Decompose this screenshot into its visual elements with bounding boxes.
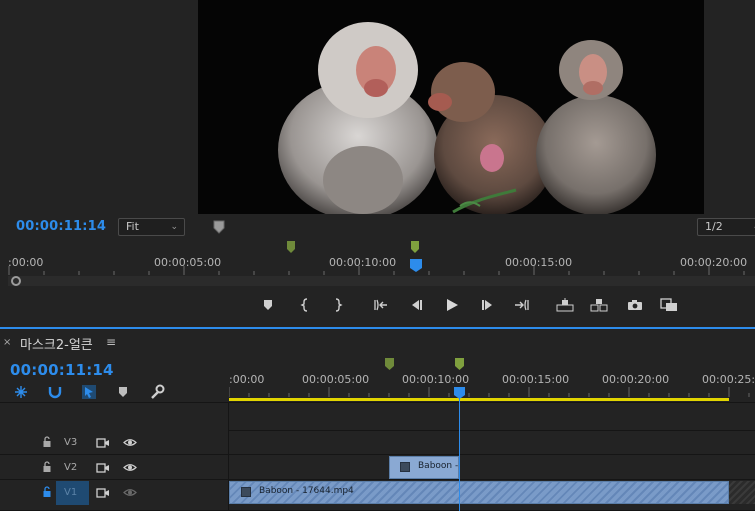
track-lane-v2[interactable] [229, 456, 755, 480]
resolution-dropdown[interactable]: 1/2 ⌄ [697, 218, 755, 236]
step-back-button[interactable] [406, 296, 426, 314]
ruler-ticks [229, 387, 750, 397]
ruler-label: 00:00:10:00 [402, 373, 470, 386]
timeline-panel: × 마스크2-얼큰 ≡ 00:00:11:14:00:00 00:00:05:… [0, 329, 755, 511]
step-forward-icon [482, 300, 492, 310]
track-header-v2[interactable]: V2 [0, 456, 228, 480]
go-to-in-icon [374, 299, 387, 311]
panel-menu-icon[interactable]: ≡ [106, 335, 116, 349]
play-button[interactable] [442, 296, 462, 314]
monitor-playhead[interactable] [410, 259, 422, 273]
timeline-timecode[interactable]: 00:00:11:14 [10, 361, 114, 379]
go-to-out-icon [515, 299, 529, 311]
ruler-label: 00:00:05:00 [302, 373, 370, 386]
marker-icon[interactable] [385, 358, 394, 371]
export-frame-button[interactable] [625, 296, 645, 314]
ruler-label: 00:00:25:00 [702, 373, 755, 386]
compare-icon [660, 298, 677, 311]
track-area-empty [229, 403, 755, 431]
comparison-view-button[interactable] [659, 296, 679, 314]
baboons-frame [198, 0, 704, 214]
snap-button[interactable] [46, 383, 64, 401]
nest-icon [15, 386, 27, 398]
ruler-label: 00:00:20:00 [602, 373, 670, 386]
play-icon [447, 299, 458, 311]
toggle-sync-lock-icon[interactable] [96, 462, 110, 473]
linked-selection-icon [82, 385, 96, 399]
go-to-in-button[interactable] [371, 296, 391, 314]
clip-label: Baboon - [418, 461, 459, 471]
transport-controls [258, 296, 688, 314]
marker-icon[interactable] [411, 241, 419, 254]
step-back-icon [412, 300, 422, 310]
ruler-label: 00:00:15:00 [502, 373, 570, 386]
ruler-ticks [8, 266, 745, 275]
nest-toggle-button[interactable] [12, 383, 30, 401]
sequence-end-hatch [729, 481, 755, 504]
program-monitor: 00:00:11:14 Fit ⌄ 1/2 ⌄ :00:00 00:00:05:… [0, 0, 755, 327]
mark-out-icon [335, 298, 343, 312]
clip-label: Baboon - 17644.mp4 [259, 486, 354, 496]
sequence-tab-title[interactable]: 마스크2-얼큰 [20, 334, 93, 353]
marker-icon[interactable] [455, 358, 464, 371]
timeline-tools [12, 383, 172, 401]
timeline-playhead[interactable] [454, 387, 465, 399]
timeline-settings-button[interactable] [148, 383, 166, 401]
extract-button[interactable] [589, 296, 609, 314]
close-icon[interactable]: × [3, 337, 11, 348]
mark-out-button[interactable] [328, 296, 348, 314]
add-marker-button[interactable] [114, 383, 132, 401]
track-name: V3 [64, 437, 78, 448]
magnet-icon [48, 387, 62, 399]
fit-dropdown[interactable]: Fit ⌄ [118, 218, 185, 236]
toggle-sync-lock-icon[interactable] [96, 437, 110, 448]
clip-v2[interactable]: Baboon - [389, 456, 459, 479]
ruler-label: :00:00 [229, 373, 265, 386]
scroll-handle[interactable] [11, 276, 21, 286]
resolution-dropdown-value: 1/2 [705, 220, 723, 233]
unlock-icon[interactable] [42, 486, 52, 498]
fx-badge-icon [400, 462, 410, 472]
marker-icon[interactable] [287, 241, 295, 254]
track-header-v1[interactable]: V1 [0, 481, 228, 511]
linked-selection-button[interactable] [80, 383, 98, 401]
timeline-playhead-line[interactable] [459, 392, 460, 511]
marker-icon [264, 300, 272, 310]
go-to-out-button[interactable] [512, 296, 532, 314]
mark-in-button[interactable] [295, 296, 315, 314]
step-forward-button[interactable] [478, 296, 498, 314]
track-lane-v3[interactable] [229, 431, 755, 455]
unlock-icon[interactable] [42, 436, 52, 448]
fx-badge-icon [241, 487, 251, 497]
toggle-sync-lock-icon[interactable] [96, 487, 110, 498]
playhead-position-icon[interactable] [213, 220, 225, 234]
track-header-v3[interactable]: V3 [0, 431, 228, 455]
eye-icon[interactable] [123, 438, 137, 447]
eye-icon[interactable] [123, 488, 137, 497]
track-name: V2 [64, 462, 78, 473]
video-preview[interactable] [198, 0, 704, 214]
marker-icon [119, 387, 127, 397]
track-name: V1 [64, 487, 78, 498]
lift-button[interactable] [555, 296, 575, 314]
monitor-zoom-scrollbar[interactable] [8, 276, 755, 286]
camera-icon [628, 300, 642, 310]
unlock-icon[interactable] [42, 461, 52, 473]
monitor-timecode[interactable]: 00:00:11:14 [16, 219, 106, 234]
eye-icon[interactable] [123, 463, 137, 472]
wrench-icon [151, 384, 165, 399]
add-marker-button[interactable] [258, 296, 278, 314]
clip-v1[interactable]: Baboon - 17644.mp4 [229, 481, 729, 504]
fit-dropdown-value: Fit [126, 220, 139, 233]
chevron-down-icon: ⌄ [170, 222, 178, 232]
extract-icon [590, 299, 608, 312]
lift-icon [556, 298, 574, 312]
mark-in-icon [300, 298, 308, 312]
work-area-bar[interactable] [229, 398, 729, 401]
